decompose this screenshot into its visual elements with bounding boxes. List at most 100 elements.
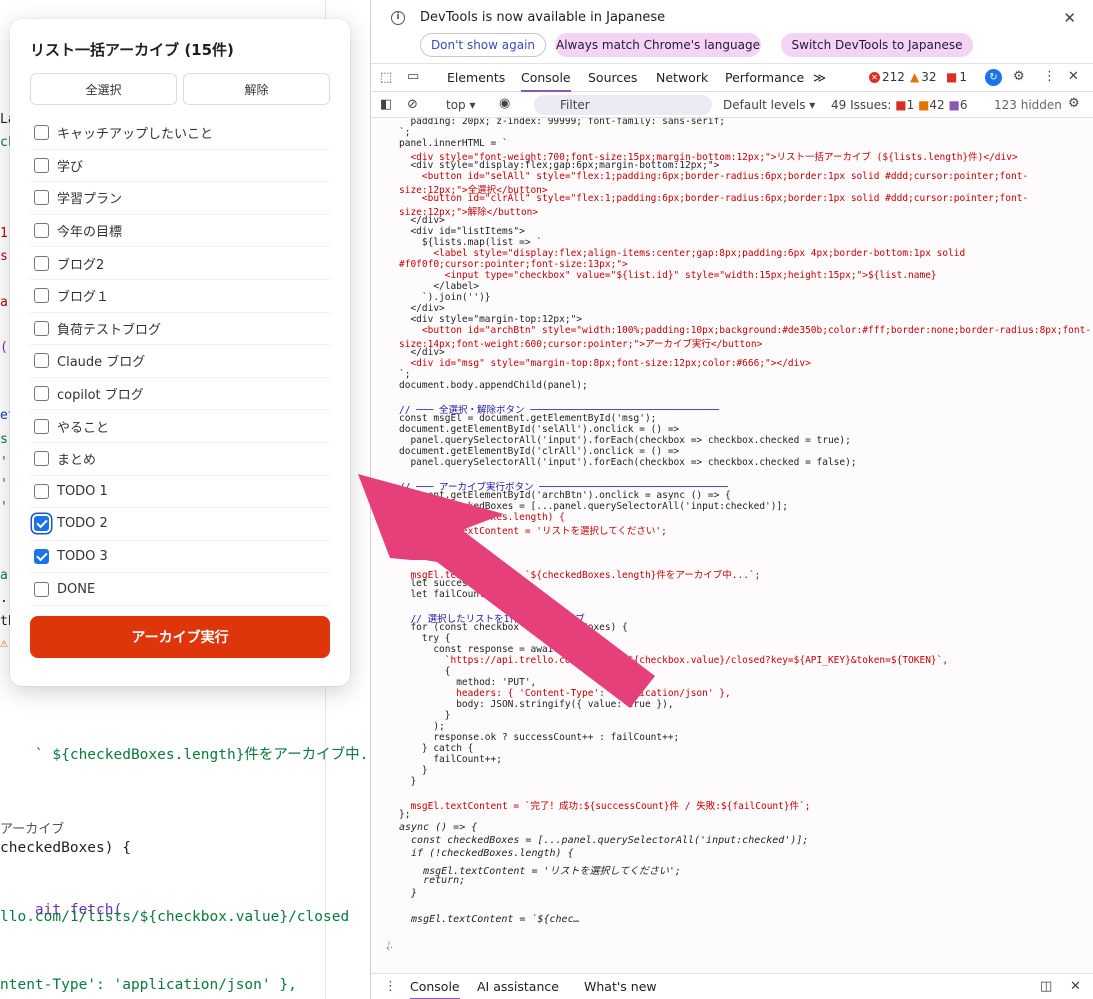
eye-icon[interactable]: ◉ bbox=[499, 96, 510, 111]
list-checkbox[interactable] bbox=[34, 255, 49, 271]
error-count[interactable]: ✕ 212 bbox=[869, 70, 905, 84]
issues-count[interactable]: ■ 1 bbox=[946, 70, 967, 84]
close-devtools-icon[interactable]: ✕ bbox=[1068, 69, 1079, 84]
list-item[interactable]: TODO 3 bbox=[30, 541, 330, 574]
close-drawer-icon[interactable]: ✕ bbox=[1070, 979, 1081, 994]
list-checkbox[interactable] bbox=[34, 223, 49, 239]
console-line: <button id="selAll" style="flex:1;paddin… bbox=[399, 171, 1029, 182]
console-line: <button id="clrAll" style="flex:1;paddin… bbox=[399, 193, 1029, 204]
console-line: return; bbox=[399, 534, 462, 545]
tab-network[interactable]: Network bbox=[656, 64, 708, 92]
editor-fragment: ' bbox=[0, 500, 8, 515]
prompt-icon[interactable]: › bbox=[386, 938, 392, 949]
list-checkbox[interactable] bbox=[34, 320, 49, 336]
console-line: `https://api.trello.com/1/lists/${checkb… bbox=[399, 655, 949, 666]
editor-fragment: ' bbox=[0, 477, 8, 492]
list-item-label: まとめ bbox=[57, 453, 97, 469]
editor-fragment: ' bbox=[0, 455, 8, 470]
console-line: padding: 20px; z-index: 99999; font-fami… bbox=[399, 118, 726, 127]
clear-all-button[interactable]: 解除 bbox=[183, 73, 330, 105]
list-checkbox[interactable] bbox=[34, 451, 49, 467]
select-all-button[interactable]: 全選択 bbox=[30, 73, 177, 105]
list-item[interactable]: 今年の目標 bbox=[30, 215, 330, 248]
console-line: `; bbox=[399, 127, 411, 138]
drawer-tab-whats-new[interactable]: What's new bbox=[584, 974, 657, 999]
list-checkbox[interactable] bbox=[34, 483, 49, 499]
devtools-tabbar: ⬚ ▭ Elements Console Sources Network Per… bbox=[371, 64, 1093, 92]
list-checkbox[interactable] bbox=[34, 353, 49, 369]
list-checkbox[interactable] bbox=[34, 125, 49, 141]
result-line: if (!checkedBoxes.length) { bbox=[399, 848, 574, 860]
match-language-button[interactable]: Always match Chrome's language bbox=[555, 33, 761, 57]
console-line: <div id="msg" style="margin-top:8px;font… bbox=[399, 358, 811, 369]
tab-performance[interactable]: Performance bbox=[725, 64, 804, 92]
console-line: }; bbox=[399, 809, 411, 820]
list-checkbox[interactable] bbox=[34, 549, 49, 565]
list-item[interactable]: ブログ2 bbox=[30, 247, 330, 280]
list-item[interactable]: 学び bbox=[30, 150, 330, 183]
clear-console-icon[interactable]: ⊘ bbox=[407, 97, 418, 112]
list-item-label: TODO 3 bbox=[57, 549, 108, 565]
context-selector[interactable]: top ▾ bbox=[446, 98, 476, 112]
dock-icon[interactable]: ◫ bbox=[1040, 979, 1052, 994]
console-line: panel.innerHTML = ` bbox=[399, 138, 508, 149]
console-line: method: 'PUT', bbox=[399, 677, 537, 688]
console-output[interactable]: padding: 20px; z-index: 99999; font-fami… bbox=[371, 118, 1093, 973]
result-line: return; bbox=[399, 874, 466, 886]
warning-count[interactable]: ▲ 32 bbox=[910, 70, 937, 84]
list-item[interactable]: まとめ bbox=[30, 443, 330, 476]
console-line: } bbox=[399, 776, 417, 787]
list-item[interactable]: Claude ブログ bbox=[30, 345, 330, 378]
list-item[interactable]: 学習プラン bbox=[30, 182, 330, 215]
editor-line-3: checkedBoxes) { bbox=[0, 840, 131, 856]
list-item-label: キャッチアップしたいこと bbox=[57, 127, 214, 143]
inspect-icon[interactable]: ⬚ bbox=[380, 70, 392, 85]
list-item[interactable]: ブログ１ bbox=[30, 280, 330, 313]
list-item-label: 学習プラン bbox=[57, 192, 123, 208]
editor-fragment: ( bbox=[0, 340, 8, 355]
update-icon[interactable]: ↻ bbox=[985, 69, 1002, 86]
tab-sources[interactable]: Sources bbox=[588, 64, 637, 92]
list-checkbox[interactable] bbox=[34, 418, 49, 434]
list-item[interactable]: TODO 2 bbox=[30, 508, 330, 541]
list-item[interactable]: 負荷テストブログ bbox=[30, 313, 330, 346]
drawer-tab-ai-assistance[interactable]: AI assistance bbox=[477, 974, 559, 999]
list-item[interactable]: copilot ブログ bbox=[30, 378, 330, 411]
console-line: if (!checkedBoxes.length) { bbox=[399, 512, 565, 523]
drawer-tabbar: ⋮ Console AI assistance What's new ◫ ✕ bbox=[371, 973, 1093, 999]
issues-summary[interactable]: 49 Issues: ■1 ■42 ■6 bbox=[831, 98, 968, 112]
list-item[interactable]: TODO 1 bbox=[30, 476, 330, 509]
list-item[interactable]: やること bbox=[30, 410, 330, 443]
device-toolbar-icon[interactable]: ▭ bbox=[407, 69, 419, 84]
list-item[interactable]: DONE bbox=[30, 573, 330, 606]
list-checkbox[interactable] bbox=[34, 288, 49, 304]
archive-button[interactable]: アーカイブ実行 bbox=[30, 616, 330, 658]
filter-input[interactable]: Filter bbox=[534, 95, 712, 115]
list-checkbox[interactable] bbox=[34, 190, 49, 206]
editor-line-1: ` ${checkedBoxes.length}件をアーカイブ中... bbox=[34, 747, 370, 763]
log-levels-dropdown[interactable]: Default levels ▾ bbox=[723, 98, 815, 112]
more-options-icon[interactable]: ⋮ bbox=[1043, 69, 1056, 84]
tab-elements[interactable]: Elements bbox=[447, 64, 505, 92]
console-line: for (const checkbox of checkedBoxes) { bbox=[399, 622, 628, 633]
list-checkbox[interactable] bbox=[34, 157, 49, 173]
more-tabs-icon[interactable]: ≫ bbox=[813, 64, 826, 92]
list-checkbox[interactable] bbox=[34, 516, 49, 532]
gear-icon[interactable]: ⚙ bbox=[1013, 69, 1025, 84]
tab-console[interactable]: Console bbox=[521, 64, 571, 92]
editor-line-2: アーカイブ bbox=[0, 822, 65, 837]
console-line: } bbox=[399, 545, 417, 556]
list-checkbox[interactable] bbox=[34, 386, 49, 402]
console-line: panel.querySelectorAll('input').forEach(… bbox=[399, 457, 857, 468]
dont-show-again-button[interactable]: Don't show again bbox=[420, 33, 546, 57]
close-icon[interactable]: ✕ bbox=[1063, 9, 1076, 27]
console-settings-icon[interactable]: ⚙ bbox=[1068, 96, 1080, 111]
list-item-label: ブログ2 bbox=[57, 257, 105, 273]
drawer-menu-icon[interactable]: ⋮ bbox=[384, 979, 397, 994]
panel-title: リスト一括アーカイブ (15件) bbox=[30, 41, 234, 59]
sidebar-toggle-icon[interactable]: ◧ bbox=[380, 97, 392, 112]
list-item[interactable]: キャッチアップしたいこと bbox=[30, 117, 330, 150]
list-checkbox[interactable] bbox=[34, 581, 49, 597]
switch-language-button[interactable]: Switch DevTools to Japanese bbox=[781, 33, 973, 57]
drawer-tab-console[interactable]: Console bbox=[410, 974, 460, 999]
